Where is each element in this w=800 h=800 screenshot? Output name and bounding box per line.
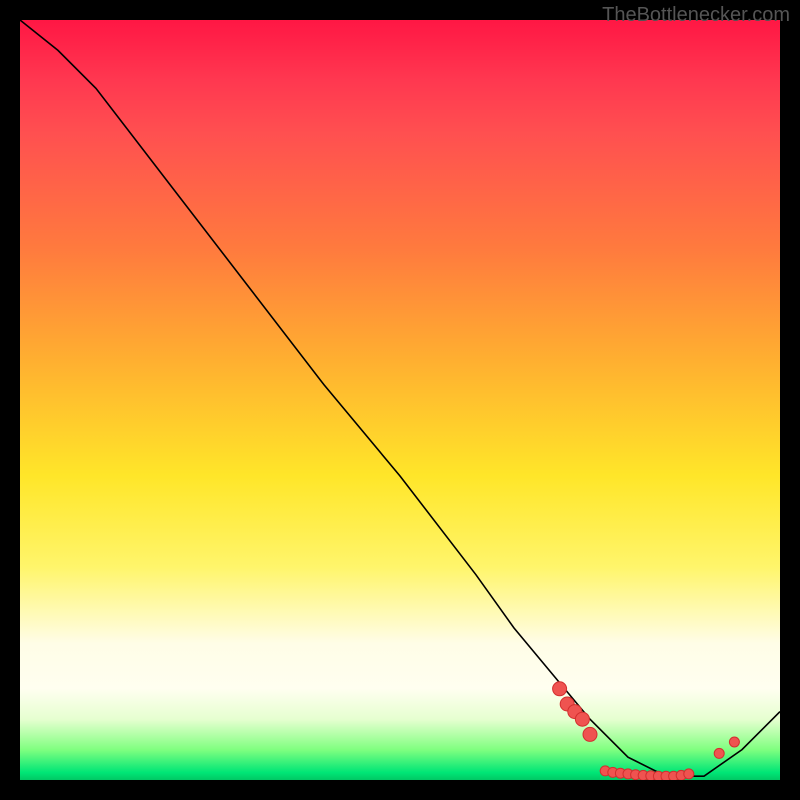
- watermark-text: TheBottlenecker.com: [602, 4, 790, 27]
- marker-dot: [575, 712, 589, 726]
- chart-svg: [20, 20, 780, 780]
- marker-dot: [684, 769, 694, 779]
- chart-plot-area: [20, 20, 780, 780]
- marker-dot: [729, 737, 739, 747]
- marker-dot: [553, 682, 567, 696]
- bottleneck-curve-line: [20, 20, 780, 776]
- marker-dot: [583, 727, 597, 741]
- marker-dots-group: [553, 682, 740, 780]
- marker-dot: [714, 748, 724, 758]
